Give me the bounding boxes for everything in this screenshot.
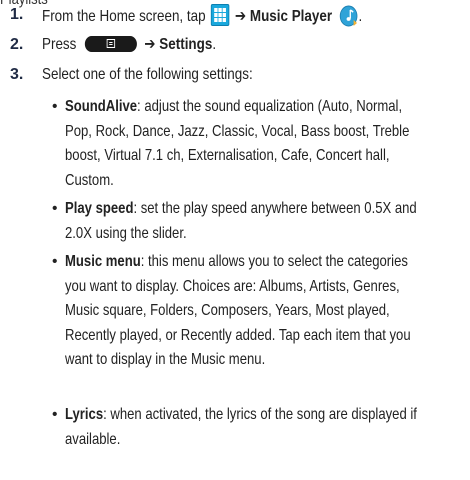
arrow-glyph: ➔ [144, 36, 156, 53]
bullet: • [52, 98, 58, 115]
step-text: Select one of the following settings: [42, 66, 253, 83]
setting-term: Music menu [65, 253, 141, 270]
step-number: 3. [10, 66, 24, 83]
setting-item-play-speed: • Play speed: set the play speed anywher… [52, 197, 462, 246]
manual-page: Playlists 1. From the Home screen, tap ➔… [0, 0, 470, 480]
setting-term: Lyrics [65, 406, 104, 423]
apps-grid-icon [210, 4, 230, 26]
setting-item-music-menu: • Music menu: this menu allows you to se… [52, 250, 462, 373]
step-text: From the Home screen, tap ➔ Music Player… [42, 4, 423, 28]
menu-key-icon [85, 36, 138, 52]
bullet: • [52, 253, 58, 270]
bullet: • [52, 406, 58, 423]
setting-item-soundalive: • SoundAlive: adjust the sound equalizat… [52, 95, 462, 193]
music-player-label: Music Player [249, 8, 333, 25]
music-player-icon [339, 5, 358, 27]
bullet: • [52, 200, 58, 217]
arrow-glyph: ➔ [234, 8, 247, 25]
settings-label: Settings [159, 36, 213, 53]
setting-term: Play speed [65, 200, 134, 217]
step-number: 2. [10, 36, 24, 53]
step-number: 1. [10, 6, 24, 23]
setting-term: SoundAlive [65, 98, 138, 115]
step-text: Press ➔ Settings. [42, 36, 217, 53]
setting-item-lyrics: • Lyrics: when activated, the lyrics of … [52, 403, 462, 452]
